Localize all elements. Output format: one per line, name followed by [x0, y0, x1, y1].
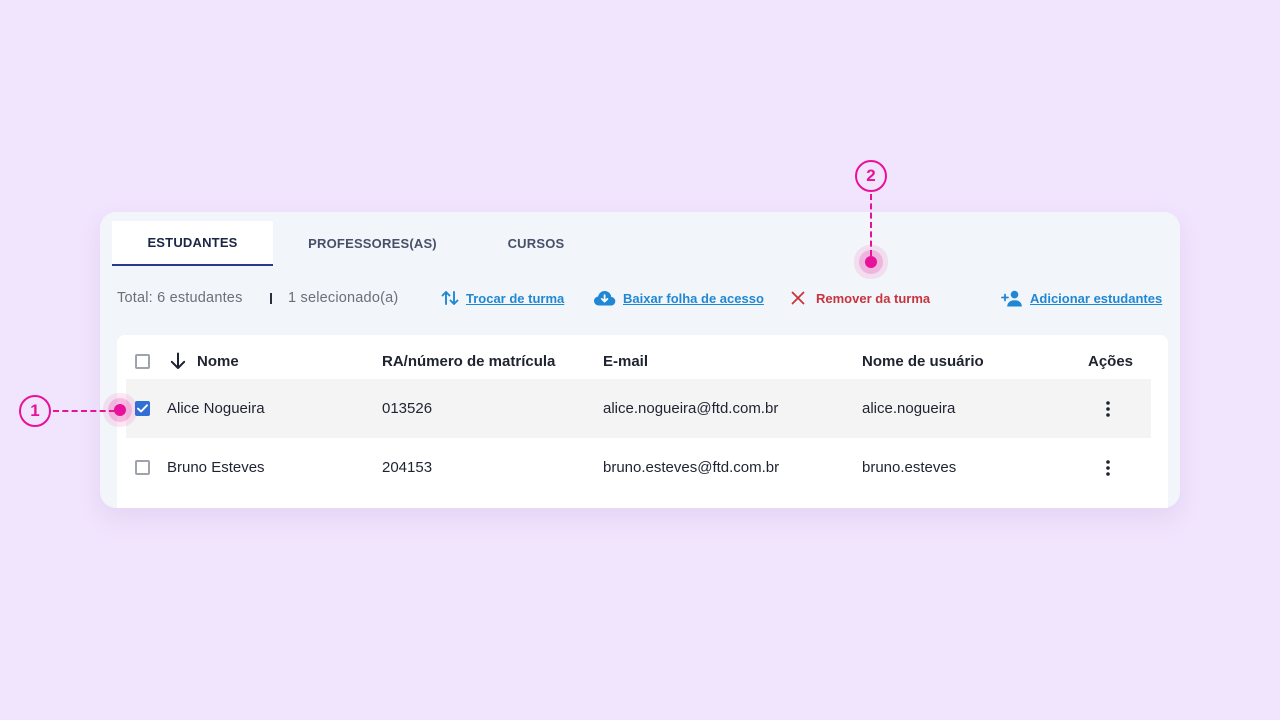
column-header-actions: Ações: [1088, 352, 1134, 370]
annotation-marker-1: 1: [19, 395, 51, 427]
tab-estudantes[interactable]: ESTUDANTES: [112, 221, 273, 266]
close-icon: [791, 291, 805, 305]
add-students-label: Adicionar estudantes: [1030, 290, 1163, 306]
student-ra: 204153: [382, 459, 433, 476]
students-table: Nome RA/número de matrícula E-mail Nome …: [117, 335, 1168, 508]
table-header-row: Nome RA/número de matrícula E-mail Nome …: [126, 345, 1151, 377]
remove-from-class-label: Remover da turma: [816, 290, 931, 306]
select-all-cell: [135, 345, 150, 377]
swap-vertical-icon: [441, 290, 459, 306]
person-add-icon: [1001, 290, 1023, 307]
student-ra: 013526: [382, 400, 433, 417]
tab-cursos[interactable]: CURSOS: [472, 221, 600, 266]
column-header-username: Nome de usuário: [862, 352, 984, 370]
row-checkbox[interactable]: [135, 460, 150, 475]
annotation-dot-1: [114, 404, 126, 416]
checkmark-icon: [137, 404, 148, 413]
bulk-action-toolbar: Total: 6 estudantes 1 selecionado(a) Tro…: [117, 288, 1163, 308]
table-row[interactable]: Bruno Esteves 204153 bruno.esteves@ftd.c…: [126, 438, 1151, 497]
column-header-name: Nome: [197, 352, 239, 370]
row-actions-cell: [1098, 438, 1118, 497]
annotation-line-2: [870, 194, 872, 256]
annotation-line-1: [53, 410, 115, 412]
student-email: alice.nogueira@ftd.com.br: [603, 400, 779, 417]
add-students-button[interactable]: Adicionar estudantes: [1001, 288, 1162, 308]
tab-professores[interactable]: PROFESSORES(AS): [273, 221, 472, 266]
toolbar-divider: [270, 293, 272, 304]
column-header-email: E-mail: [603, 352, 649, 370]
more-vert-icon[interactable]: [1098, 397, 1118, 421]
remove-from-class-button[interactable]: Remover da turma: [791, 288, 930, 308]
annotation-dot-2: [865, 256, 877, 268]
student-email: bruno.esteves@ftd.com.br: [603, 459, 780, 476]
student-username: alice.nogueira: [862, 400, 956, 417]
change-class-button[interactable]: Trocar de turma: [441, 288, 564, 308]
student-name: Bruno Esteves: [167, 459, 265, 476]
selected-count: 1 selecionado(a): [288, 290, 399, 306]
download-access-sheet-label: Baixar folha de acesso: [623, 290, 764, 306]
annotation-marker-2: 2: [855, 160, 887, 192]
row-select-cell: [135, 379, 150, 438]
row-checkbox-checked[interactable]: [135, 401, 150, 416]
select-all-checkbox[interactable]: [135, 353, 150, 369]
row-select-cell: [135, 438, 150, 497]
column-header-ra: RA/número de matrícula: [382, 352, 556, 370]
row-actions-cell: [1098, 379, 1118, 438]
arrow-down-icon: [170, 352, 186, 370]
change-class-label: Trocar de turma: [466, 290, 565, 306]
class-management-card: ESTUDANTES PROFESSORES(AS) CURSOS Total:…: [100, 212, 1180, 508]
table-row[interactable]: Alice Nogueira 013526 alice.nogueira@ftd…: [126, 379, 1151, 438]
cloud-download-icon: [593, 290, 616, 306]
more-vert-icon[interactable]: [1098, 456, 1118, 480]
tab-bar: ESTUDANTES PROFESSORES(AS) CURSOS: [112, 221, 600, 266]
student-name: Alice Nogueira: [167, 400, 265, 417]
download-access-sheet-button[interactable]: Baixar folha de acesso: [593, 288, 764, 308]
student-username: bruno.esteves: [862, 459, 957, 476]
sort-name-button[interactable]: Nome: [170, 345, 239, 377]
total-students-count: Total: 6 estudantes: [117, 290, 243, 306]
